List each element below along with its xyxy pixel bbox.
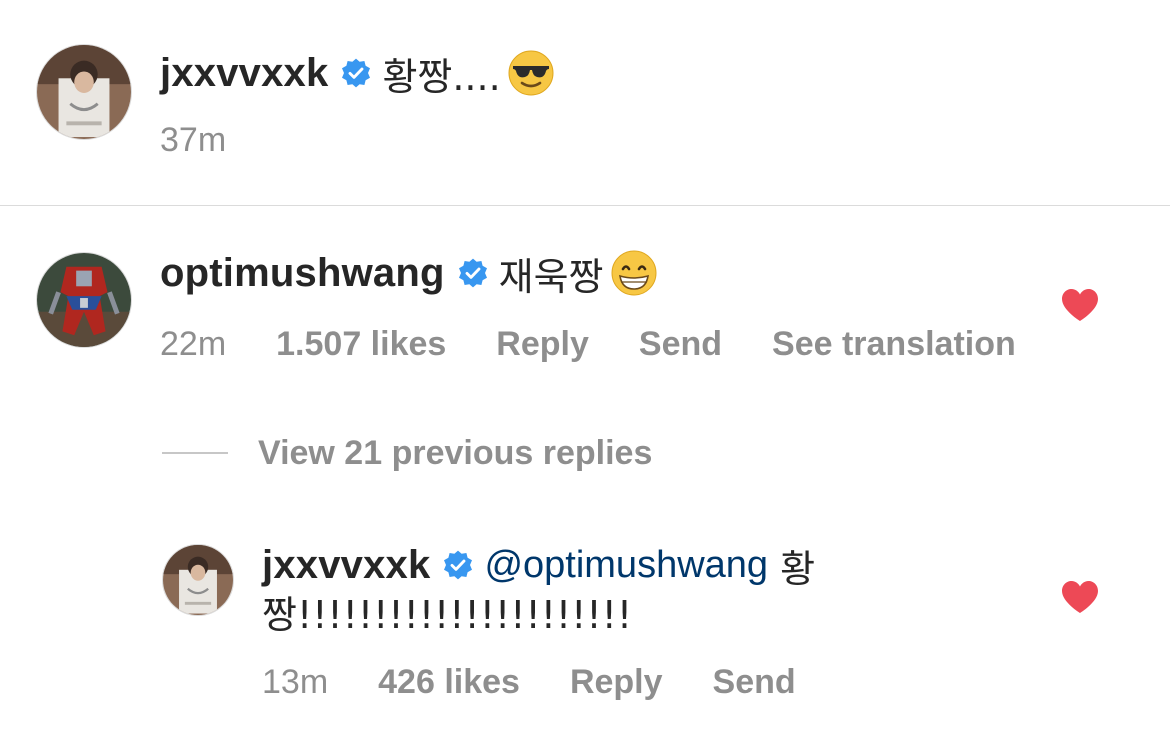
reply-like-heart-icon[interactable] xyxy=(1061,580,1099,614)
reply-text-line1: 황 xyxy=(768,546,816,591)
comment-send-button[interactable]: Send xyxy=(639,325,722,364)
view-previous-replies[interactable]: View 21 previous replies xyxy=(162,428,652,478)
reply-mention-link[interactable]: @optimushwang xyxy=(484,544,768,587)
caption-avatar[interactable] xyxy=(36,44,132,140)
reply-send-button[interactable]: Send xyxy=(713,663,796,702)
avatar-photo xyxy=(37,253,131,347)
comment-meta: 22m 1.507 likes Reply Send See translati… xyxy=(160,322,1016,366)
verified-badge-icon xyxy=(457,257,489,289)
grinning-emoji-icon xyxy=(610,249,658,297)
divider xyxy=(0,205,1170,206)
caption-username[interactable]: jxxvvxxk xyxy=(160,51,328,96)
comment-like-heart-icon[interactable] xyxy=(1061,288,1099,322)
caption-time: 37m xyxy=(160,120,227,159)
reply-text-line2: 짱!!!!!!!!!!!!!!!!!!!!!! xyxy=(262,593,633,637)
comment-username[interactable]: optimushwang xyxy=(160,251,445,296)
reply-username[interactable]: jxxvvxxk xyxy=(262,543,430,588)
reply-reply-button[interactable]: Reply xyxy=(570,663,663,702)
comment-avatar[interactable] xyxy=(36,252,132,348)
comment-text: 재욱짱 xyxy=(498,254,604,299)
comment-row: optimushwang 재욱짱 xyxy=(160,248,658,299)
avatar-photo xyxy=(37,45,131,139)
comment-likes[interactable]: 1.507 likes xyxy=(276,325,446,364)
caption-row: jxxvvxxk 황짱.... xyxy=(160,48,555,99)
caption-text: 황짱.... xyxy=(382,54,501,99)
reply-line-1: jxxvvxxk @optimushwang 황 xyxy=(262,540,1022,591)
caption-meta: 37m xyxy=(160,118,276,162)
verified-badge-icon xyxy=(442,549,474,581)
reply-block: jxxvvxxk @optimushwang 황 짱!!!!!!!!!!!!!!… xyxy=(262,540,1022,640)
reply-meta: 13m 426 likes Reply Send xyxy=(262,660,796,704)
sunglasses-emoji-icon xyxy=(507,49,555,97)
comment-time: 22m xyxy=(160,324,227,363)
view-replies-label: View 21 previous replies xyxy=(258,433,653,472)
reply-likes[interactable]: 426 likes xyxy=(378,663,520,702)
reply-time: 13m xyxy=(262,662,329,701)
see-translation-button[interactable]: See translation xyxy=(772,325,1016,364)
avatar-photo xyxy=(163,545,233,615)
replies-divider-line xyxy=(162,452,228,454)
verified-badge-icon xyxy=(340,57,372,89)
comment-reply-button[interactable]: Reply xyxy=(496,325,589,364)
reply-avatar[interactable] xyxy=(162,544,234,616)
